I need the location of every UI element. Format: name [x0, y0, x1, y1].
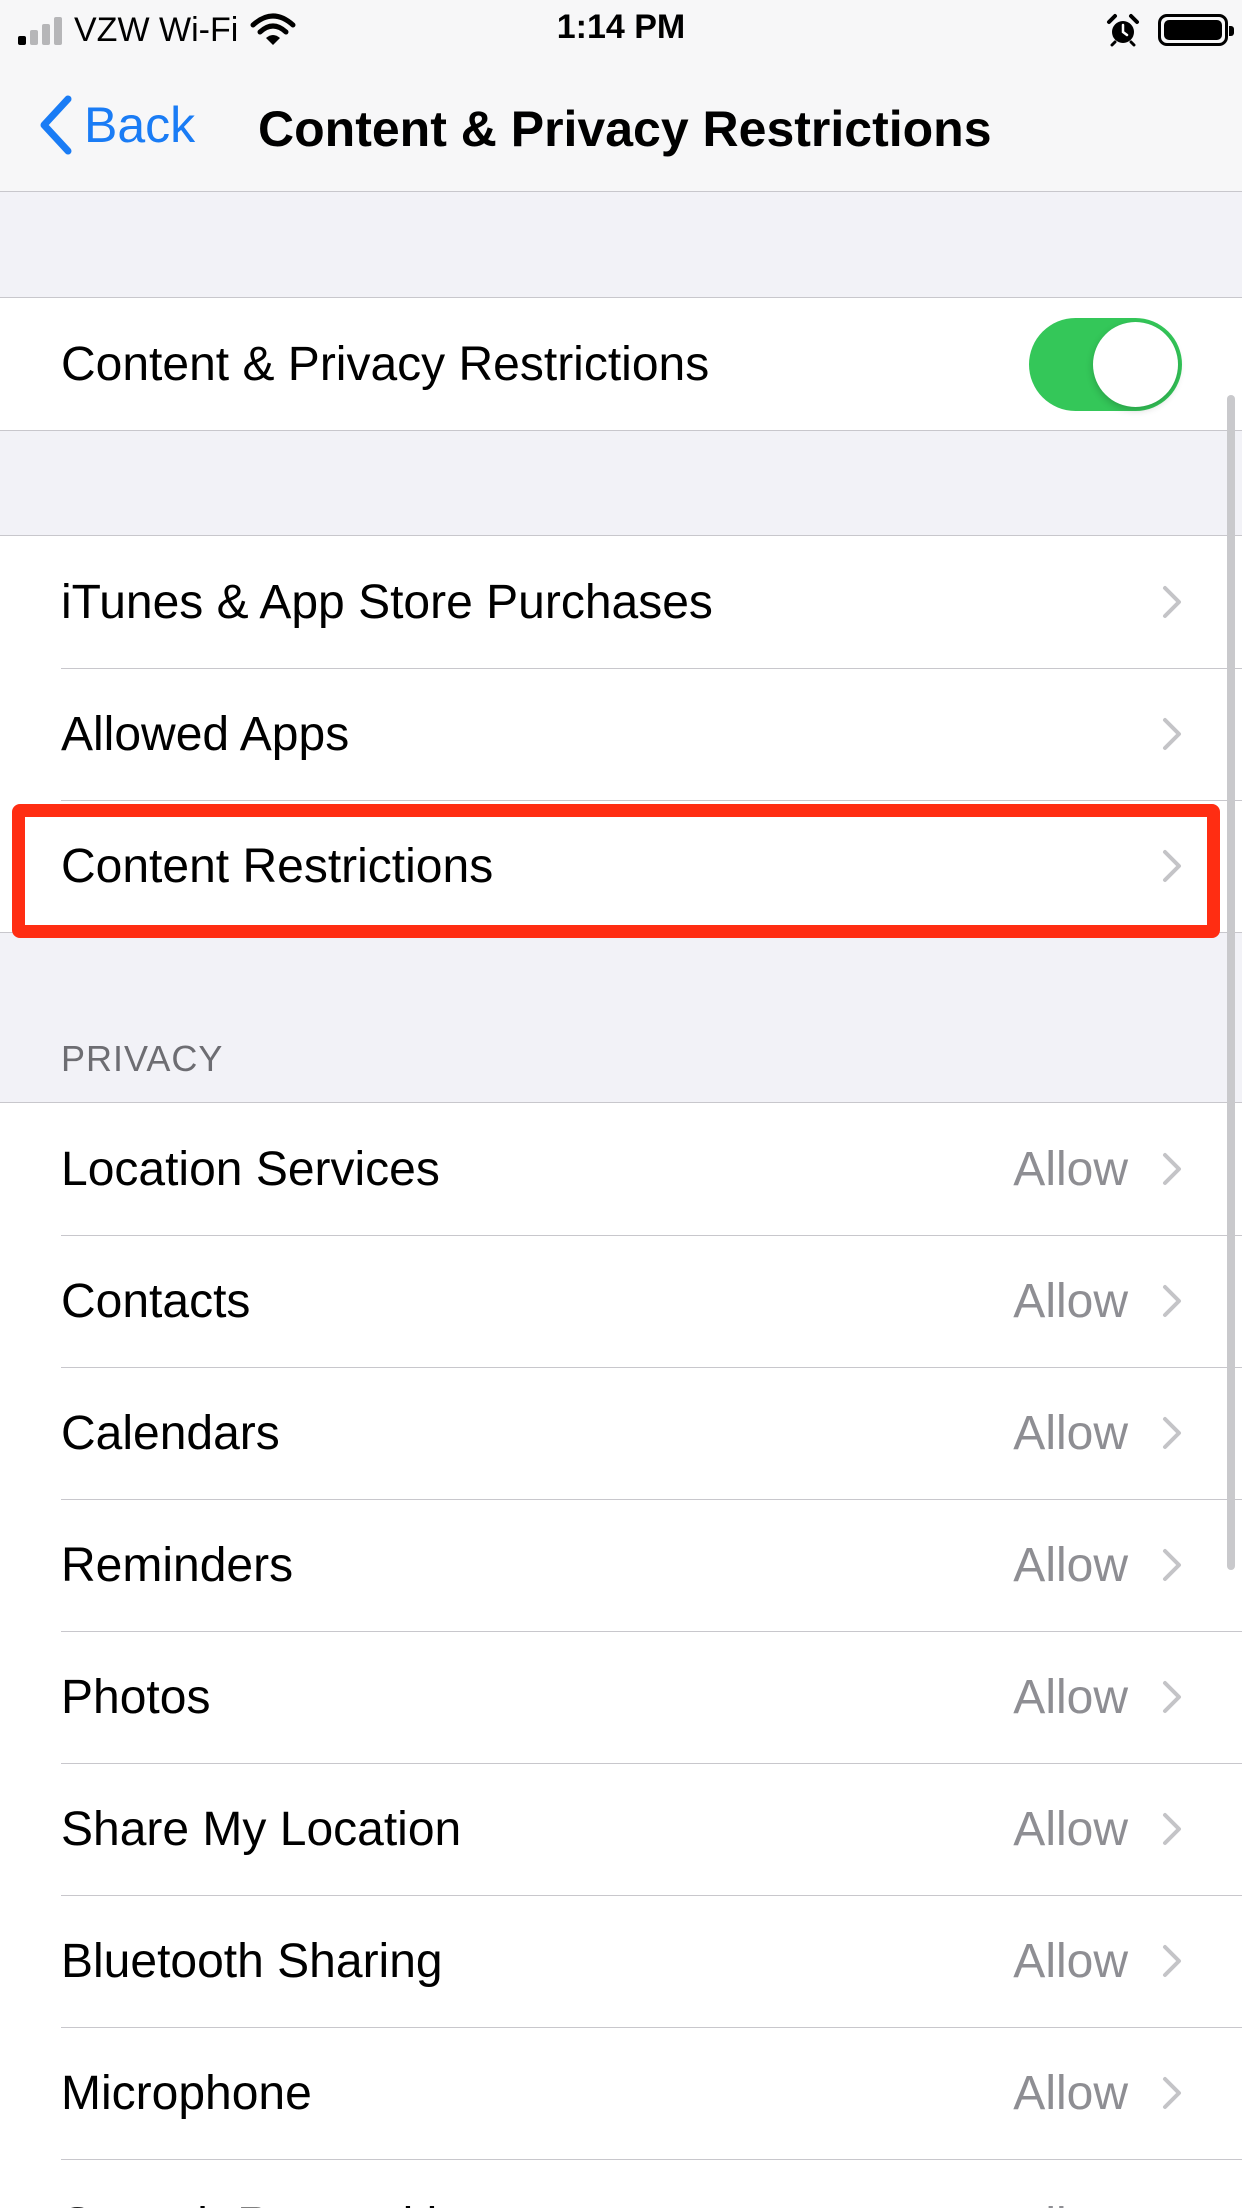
location-services-row[interactable]: Location Services Allow: [0, 1103, 1242, 1235]
alarm-icon: [1107, 14, 1139, 47]
chevron-right-icon: [1163, 1285, 1181, 1317]
contacts-row[interactable]: Contacts Allow: [0, 1235, 1242, 1367]
row-label: Bluetooth Sharing: [61, 1934, 443, 1988]
row-label: Microphone: [61, 2066, 312, 2120]
privacy-group: Location Services Allow Contacts Allow C…: [0, 1102, 1242, 2208]
back-chevron-icon: [40, 95, 72, 155]
row-value: Allow: [1013, 1142, 1128, 1196]
photos-row[interactable]: Photos Allow: [0, 1631, 1242, 1763]
itunes-app-store-purchases-row[interactable]: iTunes & App Store Purchases: [0, 536, 1242, 668]
row-value: Allow: [1013, 1538, 1128, 1592]
chevron-right-icon: [1163, 1945, 1181, 1977]
settings-list[interactable]: Content & Privacy Restrictions iTunes & …: [0, 193, 1242, 2208]
page-title: Content & Privacy Restrictions: [258, 101, 992, 157]
back-button[interactable]: Back: [36, 90, 195, 160]
toggle-knob: [1093, 321, 1178, 407]
chevron-right-icon: [1163, 586, 1181, 618]
speech-recognition-row[interactable]: Speech Recognition Allow: [0, 2159, 1242, 2208]
master-toggle-group: Content & Privacy Restrictions: [0, 297, 1242, 431]
back-label: Back: [84, 97, 196, 153]
row-value: Allow: [1013, 1934, 1128, 1988]
master-toggle-label: Content & Privacy Restrictions: [61, 337, 710, 391]
row-label: Contacts: [61, 1274, 251, 1328]
chevron-right-icon: [1163, 2077, 1181, 2109]
row-label: Share My Location: [61, 1802, 462, 1856]
row-label: Location Services: [61, 1142, 440, 1196]
content-privacy-restrictions-row: Content & Privacy Restrictions: [0, 298, 1242, 430]
row-value: Allow: [1013, 2198, 1128, 2208]
chevron-right-icon: [1163, 1681, 1181, 1713]
microphone-row[interactable]: Microphone Allow: [0, 2027, 1242, 2159]
battery-icon: [1158, 14, 1234, 46]
content-privacy-restrictions-toggle[interactable]: [1029, 317, 1182, 411]
row-label: Calendars: [61, 1406, 280, 1460]
calendars-row[interactable]: Calendars Allow: [0, 1367, 1242, 1499]
chevron-right-icon: [1163, 1153, 1181, 1185]
chevron-right-icon: [1163, 1417, 1181, 1449]
chevron-right-icon: [1163, 718, 1181, 750]
row-value: Allow: [1013, 2066, 1128, 2120]
row-label: Photos: [61, 1670, 211, 1724]
row-label: Reminders: [61, 1538, 294, 1592]
store-group: iTunes & App Store Purchases Allowed App…: [0, 535, 1242, 933]
bluetooth-sharing-row[interactable]: Bluetooth Sharing Allow: [0, 1895, 1242, 2027]
row-value: Allow: [1013, 1670, 1128, 1724]
status-bar: VZW Wi-Fi 1:14 PM: [0, 0, 1242, 60]
status-time: 1:14 PM: [556, 8, 686, 46]
content-restrictions-row[interactable]: Content Restrictions: [0, 800, 1242, 932]
row-label: iTunes & App Store Purchases: [61, 575, 713, 629]
status-right: [1106, 10, 1234, 50]
navigation-bar: Back Content & Privacy Restrictions: [0, 60, 1242, 192]
row-value: Allow: [1013, 1406, 1128, 1460]
chevron-right-icon: [1163, 1549, 1181, 1581]
privacy-section-header: PRIVACY: [61, 1038, 224, 1079]
row-label: Allowed Apps: [61, 707, 350, 761]
row-value: Allow: [1013, 1274, 1128, 1328]
chevron-right-icon: [1163, 1813, 1181, 1845]
allowed-apps-row[interactable]: Allowed Apps: [0, 668, 1242, 800]
scroll-indicator[interactable]: [1227, 395, 1235, 1570]
reminders-row[interactable]: Reminders Allow: [0, 1499, 1242, 1631]
row-label: Speech Recognition: [61, 2198, 1013, 2208]
chevron-right-icon: [1163, 850, 1181, 882]
row-label: Content Restrictions: [61, 839, 494, 893]
share-my-location-row[interactable]: Share My Location Allow: [0, 1763, 1242, 1895]
row-value: Allow: [1013, 1802, 1128, 1856]
